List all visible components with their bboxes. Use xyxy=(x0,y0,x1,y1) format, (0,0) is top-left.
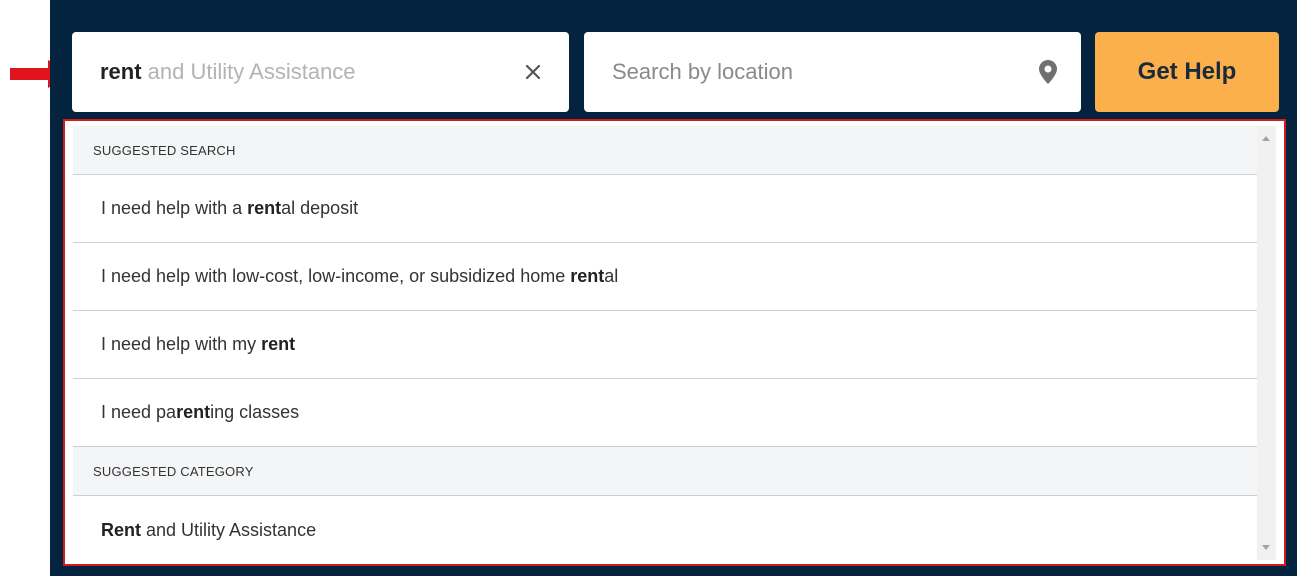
location-search-input[interactable]: Search by location xyxy=(584,32,1081,112)
suggestion-match: rent xyxy=(247,198,282,218)
suggestion-match: Rent xyxy=(101,519,141,540)
location-placeholder: Search by location xyxy=(612,59,793,84)
suggested-category-item[interactable]: Rent and Utility Assistance xyxy=(73,496,1257,564)
suggestion-text: ing classes xyxy=(210,402,300,422)
suggestion-text: I need help with low-cost, low-income, o… xyxy=(101,266,571,286)
suggestion-list: SUGGESTED SEARCH I need help with a rent… xyxy=(73,126,1257,564)
suggested-search-header: SUGGESTED SEARCH xyxy=(73,126,1257,175)
suggested-search-item[interactable]: I need help with a rent al deposit xyxy=(73,175,1257,243)
suggestion-text: I need help with a xyxy=(101,198,248,218)
suggestion-match: rent xyxy=(176,402,211,422)
scroll-up-icon[interactable] xyxy=(1262,136,1270,141)
suggestion-match: rent xyxy=(570,266,605,286)
suggested-search-item[interactable]: I need pa rent ing classes xyxy=(73,379,1257,447)
autocomplete-suggestion: and Utility Assistance xyxy=(141,59,356,84)
autocomplete-dropdown: SUGGESTED SEARCH I need help with a rent… xyxy=(63,119,1286,566)
close-icon[interactable] xyxy=(519,58,547,86)
get-help-button[interactable]: Get Help xyxy=(1095,32,1279,112)
suggested-search-item[interactable]: I need help with low-cost, low-income, o… xyxy=(73,243,1257,311)
suggestion-text: I need pa xyxy=(101,402,177,422)
suggestion-text: I need help with my xyxy=(101,334,262,354)
suggestion-text: al xyxy=(604,266,619,286)
map-pin-icon[interactable] xyxy=(1039,60,1057,84)
suggestion-text: al deposit xyxy=(281,198,359,218)
scroll-down-icon[interactable] xyxy=(1262,545,1270,550)
suggestion-text: and Utility Assistance xyxy=(141,519,317,540)
typed-query: rent xyxy=(100,59,142,84)
keyword-search-input[interactable]: rent and Utility Assistance xyxy=(72,32,569,112)
suggested-category-header: SUGGESTED CATEGORY xyxy=(73,447,1257,496)
suggestion-match: rent xyxy=(261,334,296,354)
suggested-search-item[interactable]: I need help with my rent xyxy=(73,311,1257,379)
dropdown-scrollbar[interactable] xyxy=(1257,126,1276,560)
